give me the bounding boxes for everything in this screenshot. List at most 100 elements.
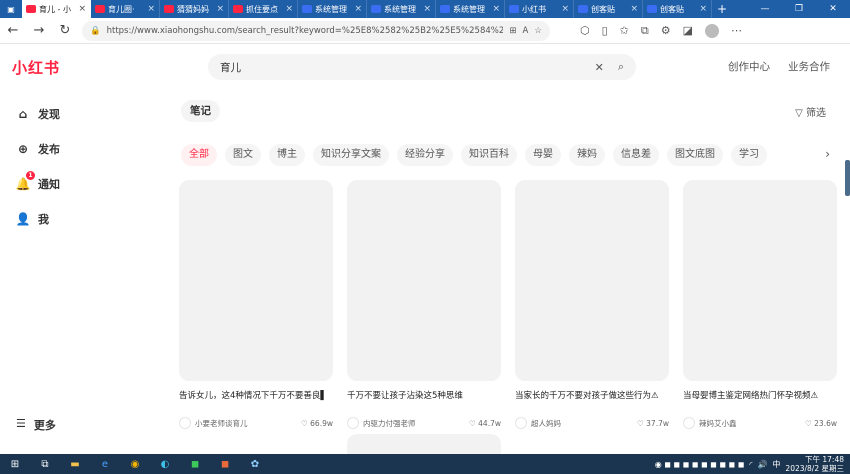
category-chip[interactable]: 图文 bbox=[225, 144, 261, 166]
new-tab-button[interactable]: + bbox=[712, 2, 732, 16]
note-title[interactable]: 当母婴博主鉴定网络热门怀孕视频⚠ bbox=[683, 390, 837, 414]
category-chip[interactable]: 学习 bbox=[731, 144, 767, 166]
browser-tab[interactable]: 系统管理 × bbox=[436, 0, 505, 18]
tab-close-icon[interactable]: × bbox=[492, 4, 500, 14]
app-icon[interactable]: ◼ bbox=[210, 454, 240, 474]
browser-tab[interactable]: 抓住要点 × bbox=[229, 0, 298, 18]
wifi-icon[interactable]: ◜ bbox=[749, 460, 752, 469]
window-menu-icon[interactable]: ▣ bbox=[0, 0, 22, 18]
app-icon-2[interactable]: ✿ bbox=[240, 454, 270, 474]
browser-tab[interactable]: 系统管理 × bbox=[298, 0, 367, 18]
favorite-star-icon[interactable]: ☆ bbox=[534, 26, 542, 36]
heart-icon[interactable]: ♡ bbox=[469, 419, 476, 428]
search-icon[interactable]: ⌕ bbox=[618, 60, 624, 74]
site-logo[interactable]: 小红书 bbox=[12, 57, 60, 78]
sidebar-item-me[interactable]: 👤 我 bbox=[16, 211, 49, 227]
extension-gear-icon[interactable]: ⚙ bbox=[661, 24, 671, 37]
page-scrollbar[interactable] bbox=[845, 160, 850, 196]
chevron-right-icon[interactable]: › bbox=[825, 147, 830, 161]
split-screen-icon[interactable]: ▯ bbox=[602, 24, 608, 37]
category-chip[interactable]: 知识分享文案 bbox=[313, 144, 389, 166]
note-title[interactable]: 当家长的千万不要对孩子做这些行为⚠ bbox=[515, 390, 669, 414]
tab-notes[interactable]: 笔记 bbox=[181, 100, 220, 122]
ime-indicator[interactable]: 中 bbox=[772, 459, 780, 470]
extension-edge-icon[interactable]: ◪ bbox=[683, 24, 693, 37]
wechat-icon[interactable]: ◼ bbox=[180, 454, 210, 474]
ie-icon[interactable]: e bbox=[90, 454, 120, 474]
more-menu[interactable]: ☰ 更多 bbox=[16, 417, 56, 433]
category-chip[interactable]: 母婴 bbox=[525, 144, 561, 166]
author-name[interactable]: 内驱力付强老师 bbox=[363, 418, 469, 429]
forward-icon[interactable]: → bbox=[26, 23, 52, 38]
restore-icon[interactable]: ❐ bbox=[782, 4, 816, 14]
file-explorer-icon[interactable]: ▬ bbox=[60, 454, 90, 474]
sidebar-item-discover[interactable]: ⌂ 发现 bbox=[16, 106, 60, 122]
author-name[interactable]: 小要老师谈育儿 bbox=[195, 418, 301, 429]
profile-avatar[interactable] bbox=[705, 23, 720, 38]
tab-close-icon[interactable]: × bbox=[354, 4, 362, 14]
browser-tab[interactable]: 育儿圈· × bbox=[91, 0, 160, 18]
url-field[interactable]: 🔒 https://www.xiaohongshu.com/search_res… bbox=[82, 20, 550, 41]
note-cover[interactable] bbox=[683, 180, 837, 381]
favorites-icon[interactable]: ✩ bbox=[620, 24, 629, 37]
category-chip[interactable]: 辣妈 bbox=[569, 144, 605, 166]
category-chip[interactable]: 图文底图 bbox=[667, 144, 723, 166]
grid-icon[interactable]: ⊞ bbox=[509, 26, 516, 36]
clock[interactable]: 下午 17:48 2023/8/2 星期三 bbox=[785, 455, 844, 473]
filter-button[interactable]: ▽ 筛选 bbox=[795, 104, 826, 119]
browser-tab[interactable]: 小红书 × bbox=[505, 0, 574, 18]
note-title[interactable]: 千万不要让孩子沾染这5种思维 bbox=[347, 390, 501, 414]
close-window-icon[interactable]: ✕ bbox=[816, 4, 850, 14]
author-avatar[interactable] bbox=[347, 417, 359, 429]
tab-close-icon[interactable]: × bbox=[78, 4, 86, 14]
volume-icon[interactable]: 🔊 bbox=[757, 460, 767, 469]
browser-tab[interactable]: 猜猜妈妈 × bbox=[160, 0, 229, 18]
sidebar-item-notifications[interactable]: 🔔 1 通知 bbox=[16, 171, 60, 192]
clear-icon[interactable]: ✕ bbox=[595, 61, 604, 74]
collections-icon[interactable]: ⧉ bbox=[641, 24, 649, 38]
note-card[interactable]: 告诉女儿，这4种情况下千万不要善良▌ 小要老师谈育儿 ♡ 66.9w bbox=[179, 180, 333, 429]
author-name[interactable]: 辣妈艾小鑫 bbox=[699, 418, 805, 429]
chrome-icon[interactable]: ◉ bbox=[120, 454, 150, 474]
search-box[interactable]: 育儿 ✕ ⌕ bbox=[208, 54, 636, 80]
author-avatar[interactable] bbox=[515, 417, 527, 429]
tab-close-icon[interactable]: × bbox=[285, 4, 293, 14]
tab-close-icon[interactable]: × bbox=[216, 4, 224, 14]
heart-icon[interactable]: ♡ bbox=[805, 419, 812, 428]
tab-close-icon[interactable]: × bbox=[561, 4, 569, 14]
category-chip[interactable]: 信息差 bbox=[613, 144, 659, 166]
note-card[interactable]: 当家长的千万不要对孩子做这些行为⚠ 超人妈妈 ♡ 37.7w bbox=[515, 180, 669, 429]
note-cover[interactable] bbox=[515, 180, 669, 381]
tray-icons[interactable]: ◉ ◼ ◼ ◼ ◼ ◼ ◼ ◼ ◼ ◼ bbox=[655, 460, 745, 469]
business-link[interactable]: 业务合作 bbox=[788, 59, 830, 74]
category-chip[interactable]: 经验分享 bbox=[397, 144, 453, 166]
browser-tab[interactable]: 育儿 - 小 × bbox=[22, 0, 91, 18]
category-chip[interactable]: 博主 bbox=[269, 144, 305, 166]
extensions-icon[interactable]: ⬡ bbox=[580, 24, 590, 37]
start-icon[interactable]: ⊞ bbox=[0, 454, 30, 474]
browser-tab[interactable]: 创客贴 × bbox=[574, 0, 643, 18]
note-cover[interactable] bbox=[179, 180, 333, 381]
search-input[interactable]: 育儿 bbox=[220, 60, 581, 75]
note-card[interactable]: 当母婴博主鉴定网络热门怀孕视频⚠ 辣妈艾小鑫 ♡ 23.6w bbox=[683, 180, 837, 429]
author-avatar[interactable] bbox=[179, 417, 191, 429]
tab-close-icon[interactable]: × bbox=[699, 4, 707, 14]
browser-tab[interactable]: 创客贴 × bbox=[643, 0, 712, 18]
tab-close-icon[interactable]: × bbox=[630, 4, 638, 14]
note-card[interactable]: 千万不要让孩子沾染这5种思维 内驱力付强老师 ♡ 44.7w bbox=[347, 180, 501, 429]
heart-icon[interactable]: ♡ bbox=[301, 419, 308, 428]
refresh-icon[interactable]: ↻ bbox=[52, 23, 78, 38]
read-aloud-icon[interactable]: A bbox=[523, 26, 529, 36]
category-chip[interactable]: 全部 bbox=[181, 144, 217, 166]
note-title[interactable]: 告诉女儿，这4种情况下千万不要善良▌ bbox=[179, 390, 333, 414]
author-avatar[interactable] bbox=[683, 417, 695, 429]
task-view-icon[interactable]: ⧉ bbox=[30, 454, 60, 474]
more-menu-icon[interactable]: ⋯ bbox=[731, 24, 742, 37]
tab-close-icon[interactable]: × bbox=[423, 4, 431, 14]
creator-center-link[interactable]: 创作中心 bbox=[728, 59, 770, 74]
minimize-icon[interactable]: — bbox=[748, 4, 782, 14]
author-name[interactable]: 超人妈妈 bbox=[531, 418, 637, 429]
browser-tab[interactable]: 系统管理 × bbox=[367, 0, 436, 18]
category-chip[interactable]: 知识百科 bbox=[461, 144, 517, 166]
heart-icon[interactable]: ♡ bbox=[637, 419, 644, 428]
